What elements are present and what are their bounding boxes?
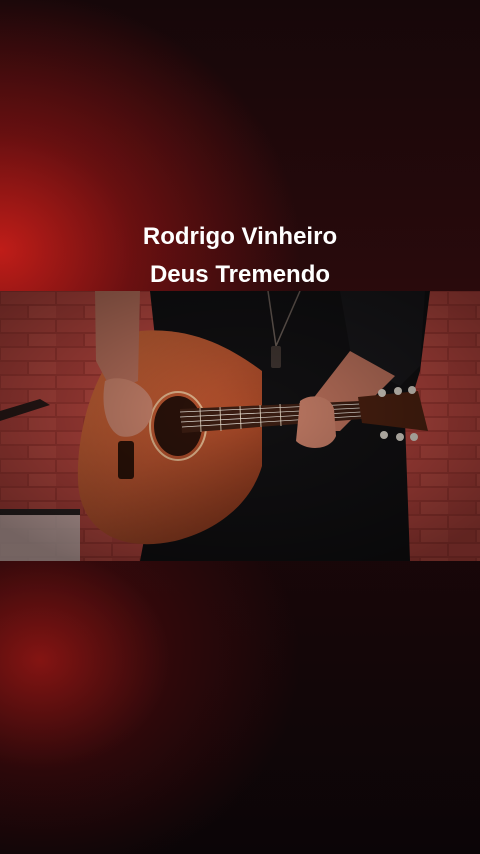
video-still xyxy=(0,291,480,561)
story-background: Rodrigo Vinheiro Deus Tremendo xyxy=(0,0,480,854)
song-title: Deus Tremendo xyxy=(149,261,331,288)
video-frame[interactable] xyxy=(0,291,480,561)
artist-name: Rodrigo Vinheiro xyxy=(142,223,338,250)
caption-overlay: Rodrigo Vinheiro Deus Tremendo xyxy=(0,218,480,294)
